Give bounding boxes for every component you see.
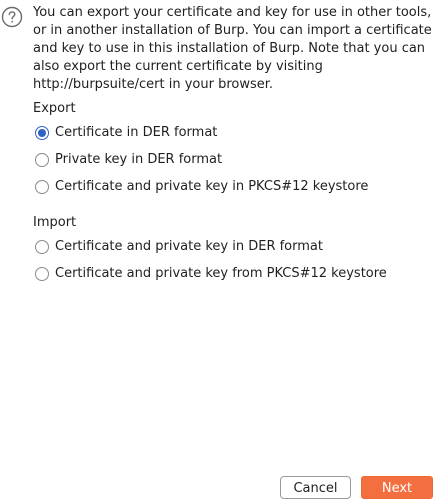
radio-button[interactable]	[35, 267, 49, 281]
radio-button[interactable]	[35, 153, 49, 167]
radio-label: Certificate and private key in PKCS#12 k…	[55, 179, 369, 194]
import-section-title: Import	[33, 215, 77, 230]
radio-export-cert-der[interactable]: Certificate in DER format	[35, 124, 217, 142]
radio-export-key-der[interactable]: Private key in DER format	[35, 151, 222, 169]
cancel-button[interactable]: Cancel	[280, 476, 351, 499]
radio-button-selected[interactable]	[35, 126, 49, 140]
export-section-title: Export	[33, 101, 76, 116]
radio-import-der[interactable]: Certificate and private key in DER forma…	[35, 238, 323, 256]
question-circle-icon	[1, 6, 23, 28]
radio-label: Private key in DER format	[55, 152, 223, 167]
radio-button[interactable]	[35, 180, 49, 194]
radio-export-pkcs12[interactable]: Certificate and private key in PKCS#12 k…	[35, 178, 368, 196]
radio-label: Certificate in DER format	[55, 125, 218, 140]
radio-import-pkcs12[interactable]: Certificate and private key from PKCS#12…	[35, 265, 387, 283]
radio-label: Certificate and private key from PKCS#12…	[55, 266, 387, 281]
next-button[interactable]: Next	[361, 476, 433, 499]
intro-text: You can export your certificate and key …	[33, 5, 432, 92]
radio-button[interactable]	[35, 240, 49, 254]
radio-label: Certificate and private key in DER forma…	[55, 239, 323, 254]
